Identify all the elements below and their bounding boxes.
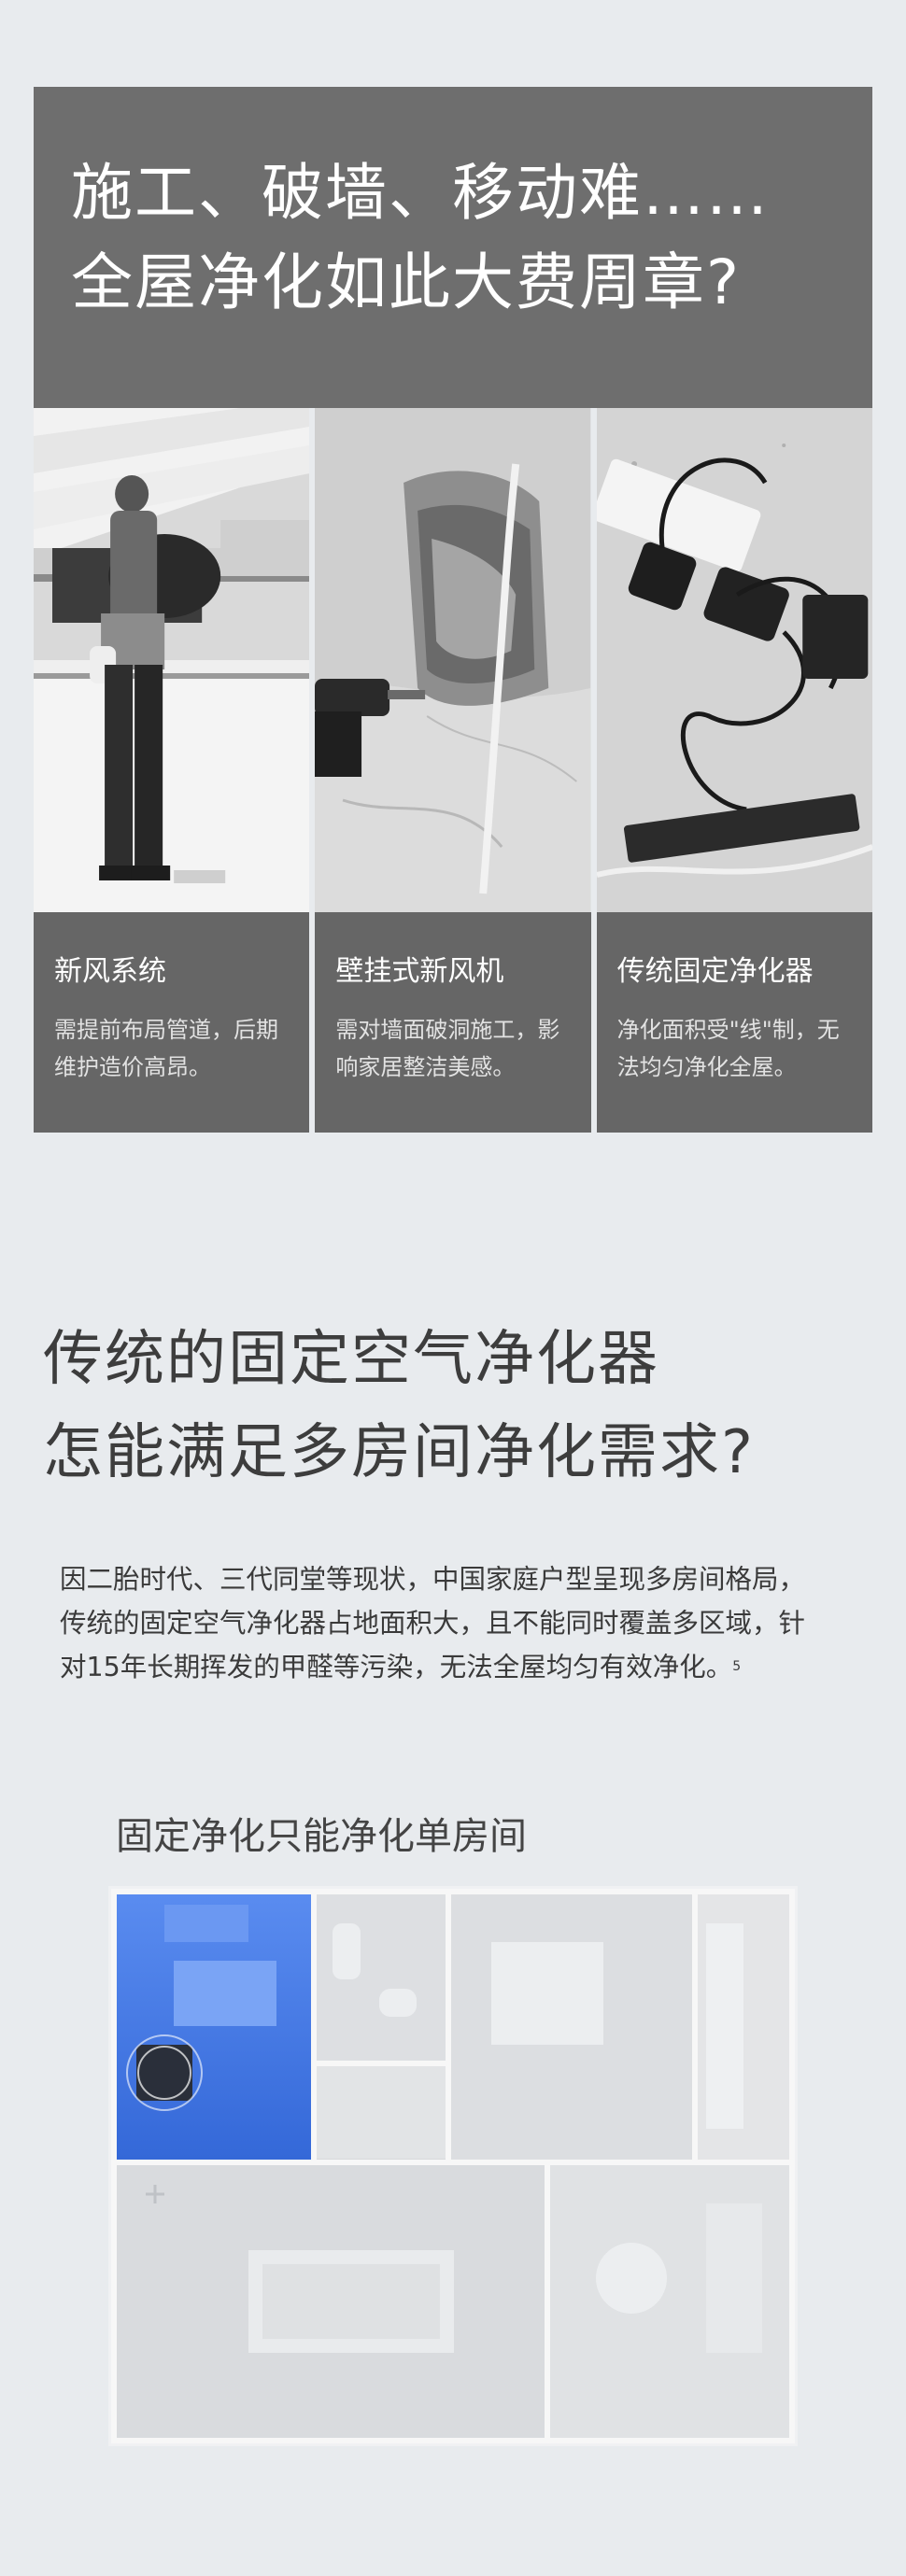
- floorplan-illustration: [108, 1886, 798, 2446]
- card-wall-mounted-unit: 壁挂式新风机 需对墙面破洞施工，影响家居整洁美感。: [315, 912, 591, 1133]
- hero-banner: 施工、破墙、移动难…… 全屋净化如此大费周章?: [34, 87, 872, 408]
- paragraph-text: 因二胎时代、三代同堂等现状，中国家庭户型呈现多房间格局，传统的固定空气净化器占地…: [60, 1564, 806, 1682]
- comparison-cards: 新风系统 需提前布局管道，后期维护造价高昂。 壁挂式新风机 需对墙面破洞施工，影…: [34, 912, 872, 1133]
- card-description: 需提前布局管道，后期维护造价高昂。: [54, 1017, 278, 1080]
- banner-title-line1: 施工、破墙、移动难……: [71, 157, 770, 229]
- card-fixed-purifier: 传统固定净化器 净化面积受"线"制，无法均匀净化全屋。: [596, 912, 872, 1133]
- photo-ventilation-installation: [34, 408, 310, 912]
- section-headline-line1: 传统的固定空气净化器: [43, 1325, 659, 1394]
- intro-paragraph: 因二胎时代、三代同堂等现状，中国家庭户型呈现多房间格局，传统的固定空气净化器占地…: [60, 1557, 807, 1689]
- floorplan-title: 固定净化只能净化单房间: [116, 1815, 527, 1858]
- photo-wall-drilling: [315, 408, 591, 912]
- banner-title-line2: 全屋净化如此大费周章?: [71, 246, 742, 318]
- card-description: 净化面积受"线"制，无法均匀净化全屋。: [616, 1017, 840, 1080]
- footnote-marker: 5: [732, 1659, 742, 1674]
- photo-strip: [34, 408, 872, 912]
- card-description: 需对墙面破洞施工，影响家居整洁美感。: [335, 1017, 560, 1080]
- card-fresh-air-system: 新风系统 需提前布局管道，后期维护造价高昂。: [34, 912, 310, 1133]
- card-title: 传统固定净化器: [616, 955, 814, 988]
- section-headline-line2: 怎能满足多房间净化需求?: [43, 1418, 755, 1487]
- card-title: 壁挂式新风机: [335, 955, 504, 988]
- card-title: 新风系统: [54, 955, 166, 988]
- photo-power-strip-cables: [596, 408, 872, 912]
